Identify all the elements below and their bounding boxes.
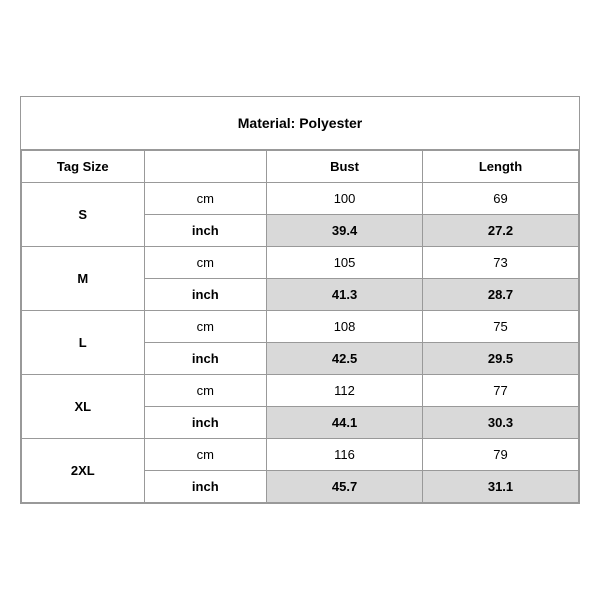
length-value-cm: 69 xyxy=(423,183,579,215)
unit-label-inch: inch xyxy=(144,407,267,439)
table-row: Mcm10573 xyxy=(22,247,579,279)
length-value-inch: 31.1 xyxy=(423,471,579,503)
tag-size-cell: S xyxy=(22,183,145,247)
tag-size-cell: L xyxy=(22,311,145,375)
tag-size-cell: XL xyxy=(22,375,145,439)
bust-value-inch: 39.4 xyxy=(267,215,423,247)
size-table: Tag Size Bust Length Scm10069inch39.427.… xyxy=(21,150,579,503)
unit-label-inch: inch xyxy=(144,471,267,503)
length-value-cm: 75 xyxy=(423,311,579,343)
unit-label-cm: cm xyxy=(144,183,267,215)
unit-label-cm: cm xyxy=(144,439,267,471)
bust-value-inch: 42.5 xyxy=(267,343,423,375)
bust-value-inch: 41.3 xyxy=(267,279,423,311)
bust-value-cm: 108 xyxy=(267,311,423,343)
size-chart-container: Material: Polyester Tag Size Bust Length… xyxy=(20,96,580,504)
header-bust: Bust xyxy=(267,151,423,183)
table-row: 2XLcm11679 xyxy=(22,439,579,471)
bust-value-cm: 112 xyxy=(267,375,423,407)
unit-label-cm: cm xyxy=(144,247,267,279)
length-value-inch: 30.3 xyxy=(423,407,579,439)
bust-value-cm: 105 xyxy=(267,247,423,279)
header-length: Length xyxy=(423,151,579,183)
length-value-cm: 79 xyxy=(423,439,579,471)
table-row: Scm10069 xyxy=(22,183,579,215)
bust-value-cm: 116 xyxy=(267,439,423,471)
unit-label-inch: inch xyxy=(144,279,267,311)
tag-size-cell: 2XL xyxy=(22,439,145,503)
header-tag-size: Tag Size xyxy=(22,151,145,183)
length-value-inch: 28.7 xyxy=(423,279,579,311)
bust-value-cm: 100 xyxy=(267,183,423,215)
length-value-inch: 29.5 xyxy=(423,343,579,375)
length-value-cm: 77 xyxy=(423,375,579,407)
unit-label-cm: cm xyxy=(144,375,267,407)
table-row: Lcm10875 xyxy=(22,311,579,343)
bust-value-inch: 44.1 xyxy=(267,407,423,439)
length-value-inch: 27.2 xyxy=(423,215,579,247)
chart-title: Material: Polyester xyxy=(21,97,579,150)
unit-label-inch: inch xyxy=(144,343,267,375)
length-value-cm: 73 xyxy=(423,247,579,279)
table-row: XLcm11277 xyxy=(22,375,579,407)
bust-value-inch: 45.7 xyxy=(267,471,423,503)
unit-label-inch: inch xyxy=(144,215,267,247)
unit-label-cm: cm xyxy=(144,311,267,343)
header-unit xyxy=(144,151,267,183)
tag-size-cell: M xyxy=(22,247,145,311)
